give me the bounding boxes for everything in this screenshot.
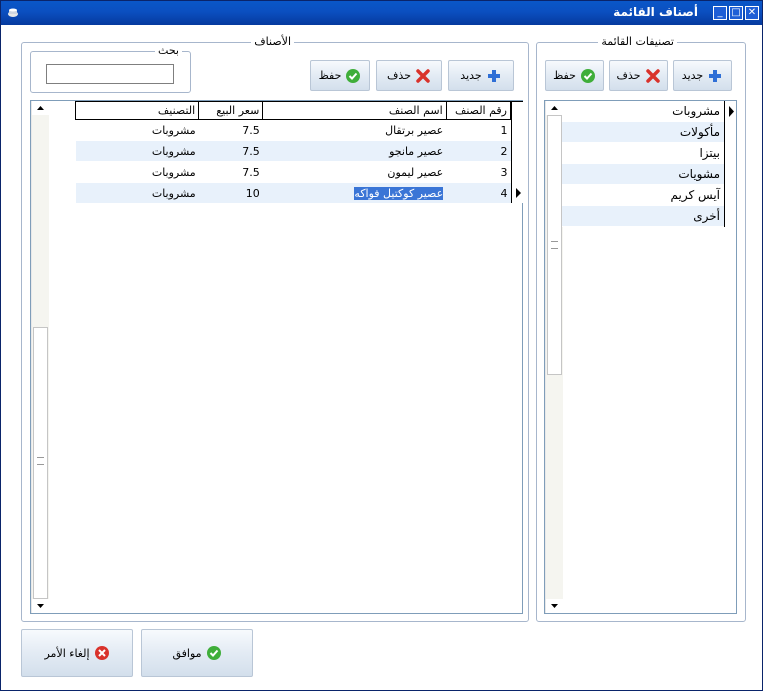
app-icon <box>8 8 18 17</box>
items-header-row: رقم الصنف اسم الصنف سعر البيع التصنيف <box>74 101 512 120</box>
cell-price[interactable]: 7.5 <box>198 140 263 162</box>
scroll-up-arrow[interactable] <box>32 101 49 115</box>
col-header-name[interactable]: اسم الصنف <box>262 101 447 120</box>
item-save-button[interactable]: حفظ <box>310 60 370 91</box>
cell-name-selected[interactable]: عصير كوكتيل فواكه <box>262 182 447 204</box>
cell-category[interactable]: مشروبات <box>75 161 199 183</box>
item-delete-button[interactable]: حذف <box>376 60 442 91</box>
cell-category[interactable]: مشروبات <box>75 182 199 204</box>
selected-text[interactable]: عصير كوكتيل فواكه <box>354 186 444 200</box>
cell-price[interactable]: 7.5 <box>198 161 263 183</box>
table-row[interactable]: 2 عصير مانجو 7.5 مشروبات <box>75 140 511 162</box>
category-name: مشويات <box>678 167 720 181</box>
col-header-id[interactable]: رقم الصنف <box>445 101 512 120</box>
category-row[interactable]: مشروبات <box>562 101 724 122</box>
categories-panel: تصنيفات القائمة جديد حذف حفظ مشروبات مأك… <box>536 35 746 622</box>
table-row[interactable]: 3 عصير ليمون 7.5 مشروبات <box>75 161 511 183</box>
arrow-down-icon <box>37 604 44 608</box>
items-legend: الأصناف <box>251 35 294 48</box>
cancel-button[interactable]: إلغاء الأمر <box>21 629 133 677</box>
items-table: رقم الصنف اسم الصنف سعر البيع التصنيف 1 … <box>74 101 512 204</box>
grip-icon <box>37 457 44 465</box>
client-area: تصنيفات القائمة جديد حذف حفظ مشروبات مأك… <box>2 25 761 690</box>
item-save-label: حفظ <box>318 69 342 82</box>
category-new-button[interactable]: جديد <box>673 60 732 91</box>
category-name: آيس كريم <box>670 188 720 202</box>
cell-name[interactable]: عصير ليمون <box>262 161 447 183</box>
arrow-down-icon <box>551 604 558 608</box>
cell-category[interactable]: مشروبات <box>75 119 199 141</box>
cell-id[interactable]: 3 <box>446 161 511 183</box>
scroll-down-arrow[interactable] <box>32 599 49 613</box>
minimize-button[interactable]: _ <box>713 6 727 20</box>
arrow-up-icon <box>37 106 44 110</box>
current-row-arrow-icon <box>729 106 734 117</box>
cell-id[interactable]: 2 <box>446 140 511 162</box>
cell-id[interactable]: 1 <box>446 119 511 141</box>
cancel-label: إلغاء الأمر <box>44 646 90 660</box>
categories-grid: مشروبات مأكولات بيتزا مشويات آيس كريم أخ… <box>544 100 737 614</box>
maximize-button[interactable]: □ <box>729 6 743 20</box>
items-scrollbar[interactable] <box>31 101 49 613</box>
category-delete-label: حذف <box>616 69 641 82</box>
app-window: أصناف القائمة _ □ ✕ تصنيفات القائمة جديد… <box>0 0 763 691</box>
ok-label: موافق <box>172 646 202 660</box>
cell-name[interactable]: عصير برتقال <box>262 119 447 141</box>
grip-icon <box>551 241 558 249</box>
category-name: بيتزا <box>699 146 720 160</box>
category-name: مشروبات <box>672 104 720 118</box>
item-new-label: جديد <box>460 69 482 82</box>
window-title: أصناف القائمة <box>613 5 698 19</box>
category-name: مأكولات <box>679 125 720 139</box>
cell-price[interactable]: 10 <box>198 182 263 204</box>
category-row-header[interactable] <box>724 101 736 227</box>
category-row[interactable]: أخرى <box>562 206 724 227</box>
categories-legend: تصنيفات القائمة <box>598 35 677 48</box>
arrow-up-icon <box>551 106 558 110</box>
table-row[interactable]: 1 عصير برتقال 7.5 مشروبات <box>75 119 511 141</box>
cell-name[interactable]: عصير مانجو <box>262 140 447 162</box>
search-legend: بحث <box>155 44 182 57</box>
check-circle-icon <box>346 68 361 83</box>
scroll-up-arrow[interactable] <box>546 101 563 115</box>
search-group: بحث <box>30 44 191 93</box>
cell-category[interactable]: مشروبات <box>75 140 199 162</box>
cell-id[interactable]: 4 <box>446 182 511 204</box>
scroll-down-arrow[interactable] <box>546 599 563 613</box>
category-name: أخرى <box>693 209 720 223</box>
category-row[interactable]: بيتزا <box>562 143 724 164</box>
category-new-label: جديد <box>681 69 704 82</box>
items-panel: الأصناف بحث جديد حذف حفظ رقم الصنف اسم ا… <box>21 35 529 622</box>
table-row[interactable]: 4 عصير كوكتيل فواكه 10 مشروبات <box>75 182 511 204</box>
cancel-circle-icon <box>94 646 109 660</box>
category-save-label: حفظ <box>553 69 576 82</box>
category-save-button[interactable]: حفظ <box>545 60 604 91</box>
category-row[interactable]: آيس كريم <box>562 185 724 206</box>
close-button[interactable]: ✕ <box>745 6 759 20</box>
category-delete-button[interactable]: حذف <box>609 60 668 91</box>
delete-x-icon <box>645 68 660 83</box>
check-circle-icon <box>580 68 595 83</box>
items-grid: رقم الصنف اسم الصنف سعر البيع التصنيف 1 … <box>30 100 523 614</box>
items-row-header[interactable] <box>511 101 523 203</box>
title-bar[interactable]: أصناف القائمة _ □ ✕ <box>1 1 762 25</box>
current-row-arrow-icon <box>516 188 521 198</box>
categories-scrollbar[interactable] <box>545 101 563 613</box>
col-header-category[interactable]: التصنيف <box>74 101 200 120</box>
plus-icon <box>709 69 722 82</box>
category-row[interactable]: مأكولات <box>562 122 724 143</box>
check-circle-icon <box>206 646 221 660</box>
col-header-price[interactable]: سعر البيع <box>198 101 264 120</box>
item-delete-label: حذف <box>387 69 411 82</box>
delete-x-icon <box>416 68 430 83</box>
item-new-button[interactable]: جديد <box>448 60 514 91</box>
ok-button[interactable]: موافق <box>141 629 253 677</box>
plus-icon <box>487 69 500 82</box>
cell-price[interactable]: 7.5 <box>198 119 263 141</box>
category-row[interactable]: مشويات <box>562 164 724 185</box>
search-input[interactable] <box>46 64 174 84</box>
